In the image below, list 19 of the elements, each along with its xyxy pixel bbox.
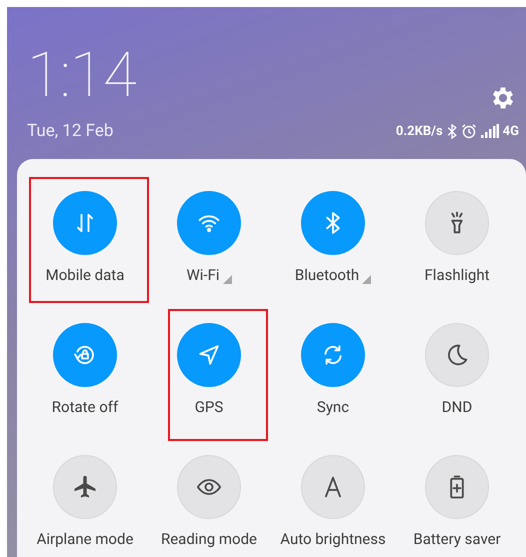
network-type: 4G	[502, 122, 519, 140]
alarm-icon	[460, 123, 477, 140]
toggle-label: DND	[442, 398, 472, 416]
toggle-label: Airplane mode	[36, 530, 134, 548]
toggle-label: Wi-Fi	[186, 266, 220, 284]
signal-icon	[480, 124, 499, 138]
toggle-label: Mobile data	[46, 266, 124, 284]
toggle-label: Battery saver	[413, 530, 501, 548]
toggle-label: Bluetooth	[294, 266, 360, 284]
clock-date: Tue, 12 Feb	[27, 121, 114, 141]
toggle-label: Auto brightness	[280, 530, 386, 548]
toggle-label: GPS	[194, 398, 224, 416]
toggle-label: Sync	[316, 398, 350, 416]
network-speed: 0.2KB/s	[396, 122, 443, 140]
bluetooth-icon	[446, 124, 457, 139]
toggle-label: Flashlight	[424, 266, 490, 284]
clock-time: 1:14	[27, 45, 136, 107]
toggle-label: Rotate off	[52, 398, 118, 416]
toggle-label: Reading mode	[160, 530, 257, 548]
